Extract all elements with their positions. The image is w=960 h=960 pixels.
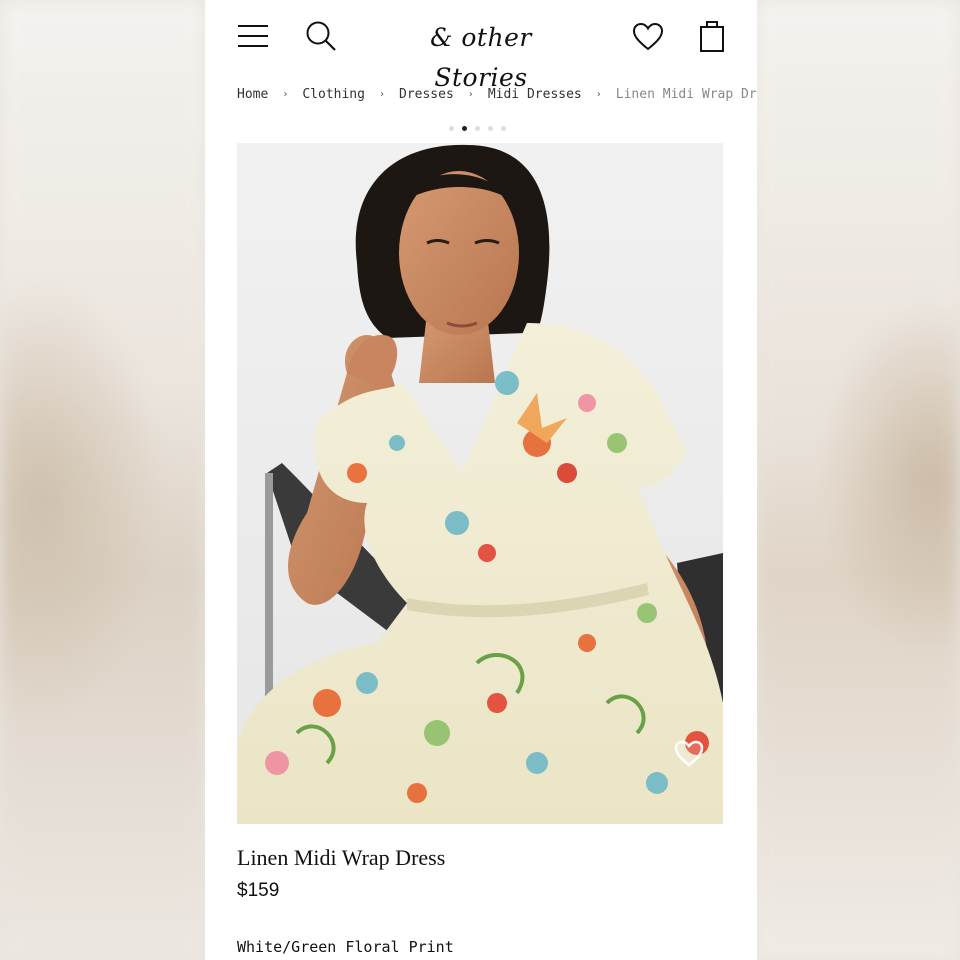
carousel-dot[interactable]: [501, 126, 506, 131]
search-button[interactable]: [303, 18, 339, 54]
breadcrumb-separator: ›: [282, 88, 289, 100]
breadcrumb-separator: ›: [467, 88, 474, 100]
breadcrumb-separator: ›: [595, 88, 602, 100]
heart-outline-icon: [674, 740, 704, 767]
heart-icon: [632, 22, 664, 51]
carousel-dot[interactable]: [449, 126, 454, 131]
breadcrumb-midi-dresses[interactable]: Midi Dresses: [488, 87, 582, 102]
search-icon: [306, 21, 336, 51]
model-in-floral-dress-illustration: [237, 143, 723, 824]
blurred-background-left: [0, 0, 205, 960]
carousel-dot[interactable]: [475, 126, 480, 131]
product-color-name: White/Green Floral Print: [237, 938, 454, 956]
menu-button[interactable]: [235, 19, 271, 53]
carousel-dot[interactable]: [462, 126, 467, 131]
product-image[interactable]: [237, 143, 723, 824]
breadcrumb-home[interactable]: Home: [237, 87, 268, 102]
add-to-favorites-button[interactable]: [673, 738, 705, 768]
site-header: & other Stories: [205, 0, 757, 92]
breadcrumb-current-product: Linen Midi Wrap Dress: [615, 86, 757, 102]
image-carousel-dots: [449, 126, 519, 132]
breadcrumb-separator: ›: [378, 88, 385, 100]
shopping-bag-button[interactable]: [695, 18, 729, 54]
hamburger-menu-icon: [238, 25, 268, 47]
shopping-bag-icon: [700, 21, 724, 52]
breadcrumb: Home › Clothing › Dresses › Midi Dresses…: [237, 84, 757, 104]
carousel-dot[interactable]: [488, 126, 493, 131]
blurred-background-right: [755, 0, 960, 960]
product-price: $159: [237, 880, 280, 901]
product-title: Linen Midi Wrap Dress: [237, 845, 446, 870]
breadcrumb-clothing[interactable]: Clothing: [302, 87, 365, 102]
breadcrumb-dresses[interactable]: Dresses: [399, 87, 454, 102]
brand-logo[interactable]: & other Stories: [395, 18, 567, 92]
mobile-product-page: & other Stories Home › Clothing › Dresse…: [205, 0, 757, 960]
wishlist-button[interactable]: [631, 20, 665, 54]
